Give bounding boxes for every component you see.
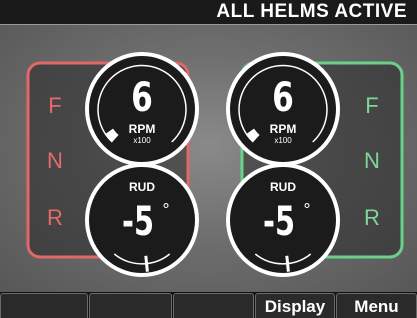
port-gear-reverse[interactable]: R bbox=[47, 205, 63, 230]
port-rpm-level-arc bbox=[104, 128, 119, 143]
starboard-gear-forward[interactable]: F bbox=[365, 93, 378, 118]
status-bar: ALL HELMS ACTIVE bbox=[0, 0, 417, 24]
softkey-1[interactable] bbox=[0, 293, 88, 318]
starboard-rudder-value: -5 bbox=[263, 199, 295, 245]
port-rpm-value: 6 bbox=[131, 75, 153, 121]
starboard-rudder-label: RUD bbox=[270, 180, 296, 194]
starboard-rudder-pointer bbox=[285, 255, 290, 272]
starboard-rpm-label: RPM bbox=[270, 122, 297, 136]
starboard-rpm-unit: x100 bbox=[274, 136, 292, 145]
port-rudder-unit: ° bbox=[162, 200, 170, 219]
helm-display-screen: ALL HELMS ACTIVE F N R F N R 6 RPM x100 bbox=[0, 0, 417, 318]
softkey-3[interactable] bbox=[173, 293, 254, 318]
starboard-gear-reverse[interactable]: R bbox=[364, 205, 380, 230]
display-softkey[interactable]: Display bbox=[255, 293, 335, 318]
starboard-rpm-gauge[interactable]: 6 RPM x100 bbox=[226, 52, 340, 166]
port-rpm-gauge[interactable]: 6 RPM x100 bbox=[85, 52, 199, 166]
port-rpm-unit: x100 bbox=[133, 136, 151, 145]
gauges-canvas: F N R F N R 6 RPM x100 RUD -5 ° 6 RPM x1… bbox=[26, 52, 404, 277]
softkey-2[interactable] bbox=[89, 293, 172, 318]
menu-softkey[interactable]: Menu bbox=[336, 293, 417, 318]
port-rudder-value: -5 bbox=[122, 199, 154, 245]
engine-panel: F N R F N R 6 RPM x100 RUD -5 ° 6 RPM x1… bbox=[0, 24, 417, 293]
starboard-gear-neutral[interactable]: N bbox=[364, 148, 380, 173]
starboard-rudder-unit: ° bbox=[303, 200, 311, 219]
softkey-bar: Display Menu bbox=[0, 292, 417, 318]
starboard-rpm-value: 6 bbox=[272, 75, 294, 121]
port-gear-forward[interactable]: F bbox=[48, 93, 61, 118]
port-rudder-pointer bbox=[144, 255, 149, 272]
port-rudder-label: RUD bbox=[129, 180, 155, 194]
port-rudder-gauge[interactable]: RUD -5 ° bbox=[85, 163, 199, 277]
helm-status-text: ALL HELMS ACTIVE bbox=[216, 1, 407, 22]
port-rpm-label: RPM bbox=[129, 122, 156, 136]
starboard-rpm-level-arc bbox=[245, 128, 260, 143]
port-gear-neutral[interactable]: N bbox=[47, 148, 63, 173]
starboard-rudder-gauge[interactable]: RUD -5 ° bbox=[226, 163, 340, 277]
